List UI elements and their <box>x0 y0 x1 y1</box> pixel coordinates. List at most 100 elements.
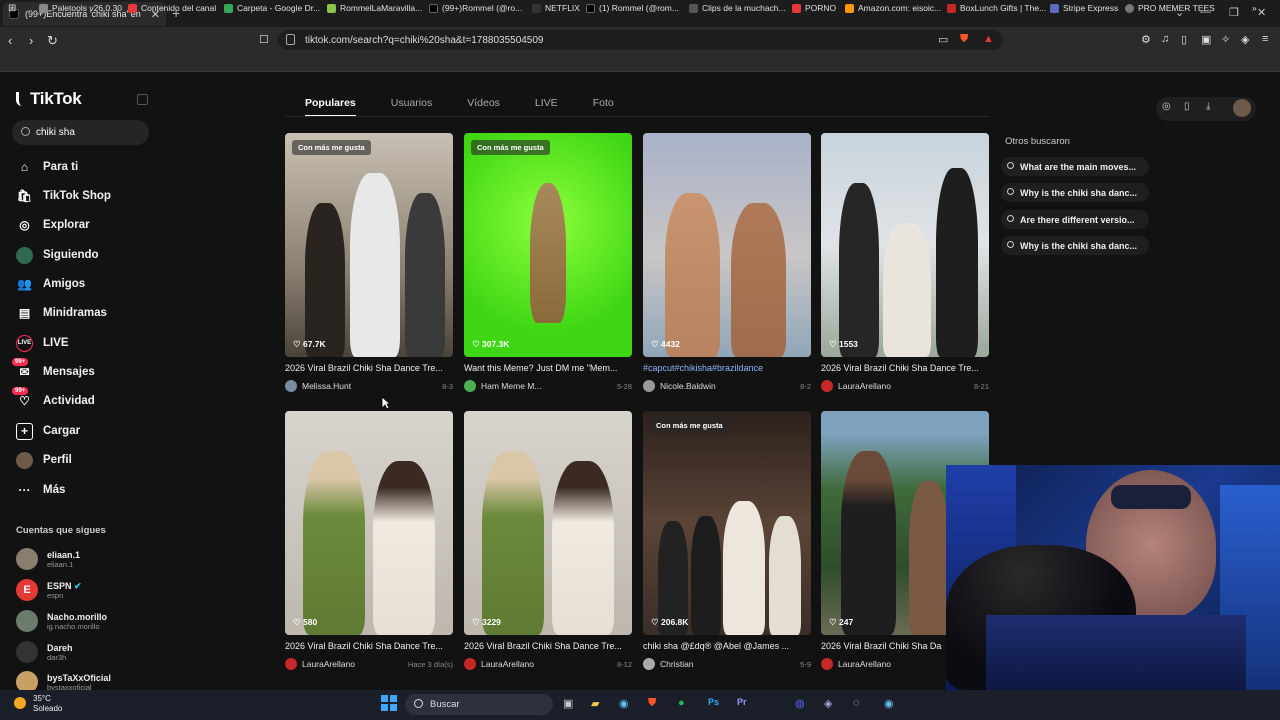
leo-icon[interactable]: ✧ <box>1221 33 1230 46</box>
video-card[interactable]: ♡ 1553 2026 Viral Brazil Chiki Sha Dance… <box>821 133 989 392</box>
author-avatar[interactable] <box>821 380 833 392</box>
author-name[interactable]: LauraArellano <box>302 659 355 669</box>
nav-minidramas[interactable]: ▤ Minidramas <box>16 303 107 323</box>
video-title[interactable]: 2026 Viral Brazil Chiki Sha Dance Tre... <box>821 363 989 375</box>
tab-usuarios[interactable]: Usuarios <box>391 97 432 117</box>
nav-perfil[interactable]: Perfil <box>16 450 72 470</box>
media-icon[interactable]: ♫ <box>1161 33 1169 45</box>
video-title[interactable]: 2026 Viral Brazil Chiki Sha Dance Tre... <box>285 363 453 375</box>
video-card[interactable]: Con más me gusta ♡ 67.7K 2026 Viral Braz… <box>285 133 453 392</box>
video-card[interactable]: Con más me gusta ♡ 307.3K Want this Meme… <box>464 133 632 392</box>
author-name[interactable]: LauraArellano <box>838 381 891 391</box>
bookmark-11[interactable]: BoxLunch Gifts | The... <box>947 3 1046 13</box>
back-icon[interactable]: ‹ <box>8 33 12 48</box>
nav-siguiendo[interactable]: Siguiendo <box>16 245 99 265</box>
tab-foto[interactable]: Foto <box>593 97 614 117</box>
task-view-icon[interactable]: ▣ <box>563 697 573 710</box>
nav-explorar[interactable]: ◎ Explorar <box>16 215 89 235</box>
download-icon[interactable]: ⤓ <box>1206 101 1210 112</box>
related-search-item[interactable]: Are there different versio... <box>1001 210 1149 229</box>
file-explorer-icon[interactable]: ▰ <box>591 697 599 710</box>
brave-rewards-icon[interactable]: ▲ <box>983 33 994 45</box>
followed-account[interactable]: eliaan.1 eliaan.1 <box>16 548 80 570</box>
video-thumbnail[interactable]: ♡ 3229 <box>464 411 632 635</box>
search-input[interactable]: chiki sha <box>12 120 149 145</box>
windows-start-icon[interactable] <box>381 695 397 711</box>
tiktok-logo[interactable]: TikTok <box>16 89 82 109</box>
bookmark-13[interactable]: PRO MEMER TEES <box>1125 3 1215 13</box>
bookmark-9[interactable]: PORNO <box>792 3 836 13</box>
video-title[interactable]: #capcut#chikisha#brazildance <box>643 363 811 375</box>
author-avatar[interactable] <box>821 658 833 670</box>
photoshop-icon[interactable]: Ps <box>708 697 719 707</box>
video-card[interactable]: ♡ 3229 2026 Viral Brazil Chiki Sha Dance… <box>464 411 632 670</box>
tab-videos[interactable]: Vídeos <box>467 97 500 117</box>
bookmark-5[interactable]: (99+)Rommel (@ro... <box>429 3 522 13</box>
steam-icon[interactable]: ◉ <box>619 697 629 710</box>
sidebar-toggle-icon[interactable]: ▯ <box>1181 33 1187 46</box>
bookmark-2[interactable]: Contenido del canal <box>128 3 216 13</box>
author-name[interactable]: LauraArellano <box>481 659 534 669</box>
related-search-item[interactable]: Why is the chiki sha danc... <box>1001 183 1149 202</box>
app-icon[interactable]: ◌ <box>853 697 860 709</box>
maximize-icon[interactable]: ❐ <box>1229 6 1239 19</box>
author-avatar[interactable] <box>464 380 476 392</box>
bookmark-icon[interactable]: ☐ <box>259 33 269 46</box>
related-search-item[interactable]: What are the main moves... <box>1001 157 1149 176</box>
nav-mensajes[interactable]: ✉ 99+ Mensajes <box>12 357 95 382</box>
video-card[interactable]: ♡ 4432 #capcut#chikisha#brazildance Nico… <box>643 133 811 392</box>
video-title[interactable]: Want this Meme? Just DM me "Mem... <box>464 363 632 375</box>
author-name[interactable]: LauraArellano <box>838 659 891 669</box>
nav-amigos[interactable]: 👥 Amigos <box>16 274 85 294</box>
close-window-icon[interactable]: ✕ <box>1257 6 1266 19</box>
cast-icon[interactable]: ▭ <box>938 33 948 46</box>
bookmark-8[interactable]: Clips de la muchach... <box>689 3 786 13</box>
weather-widget[interactable]: 35°C Soleado <box>14 694 62 714</box>
reload-icon[interactable]: ↻ <box>47 33 58 49</box>
tab-populares[interactable]: Populares <box>305 97 356 117</box>
bookmarks-overflow-icon[interactable]: » <box>1252 3 1257 13</box>
game-controller-icon[interactable]: ◈ <box>824 697 832 710</box>
followed-account[interactable]: Dareh dar3h <box>16 641 73 663</box>
video-title[interactable]: 2026 Viral Brazil Chiki Sha Dance Tre... <box>285 641 453 653</box>
device-icon[interactable]: ▯ <box>1184 101 1190 112</box>
apps-icon[interactable]: ⊞ <box>8 3 16 14</box>
author-name[interactable]: Ham Meme M... <box>481 381 541 391</box>
user-avatar[interactable] <box>1233 99 1251 117</box>
extensions-icon[interactable]: ⚙ <box>1141 33 1151 46</box>
video-thumbnail[interactable]: Con más me gusta ♡ 307.3K <box>464 133 632 357</box>
brave-browser-icon[interactable]: ⛊ <box>648 697 656 710</box>
video-thumbnail[interactable]: Con más me gusta ♡ 67.7K <box>285 133 453 357</box>
steam-tray-icon[interactable]: ◉ <box>884 697 894 710</box>
author-avatar[interactable] <box>643 380 655 392</box>
author-name[interactable]: Nicole.Baldwin <box>660 381 716 391</box>
author-avatar[interactable] <box>285 380 297 392</box>
premiere-icon[interactable]: Pr <box>737 697 747 707</box>
video-thumbnail[interactable]: ♡ 1553 <box>821 133 989 357</box>
taskbar-search[interactable]: Buscar <box>405 694 553 715</box>
bookmark-6[interactable]: NETFLIX <box>532 3 580 13</box>
tab-live[interactable]: LIVE <box>535 97 558 117</box>
video-title[interactable]: 2026 Viral Brazil Chiki Sha Dance Tre... <box>464 641 632 653</box>
vpn-icon[interactable]: ◈ <box>1241 33 1249 46</box>
video-thumbnail[interactable]: ♡ 4432 <box>643 133 811 357</box>
nav-actividad[interactable]: ♡ 99+ Actividad <box>12 386 95 411</box>
menu-icon[interactable]: ≡ <box>1262 33 1268 45</box>
discord-icon[interactable]: ◍ <box>795 697 805 710</box>
author-name[interactable]: Christian <box>660 659 694 669</box>
related-search-item[interactable]: Why is the chiki sha danc... <box>1001 236 1149 255</box>
coins-icon[interactable]: ◎ <box>1162 101 1171 112</box>
followed-account[interactable]: E ESPN ✔ espn <box>16 579 82 601</box>
bookmark-7[interactable]: (1) Rommel (@rom... <box>586 3 679 13</box>
wallet-icon[interactable]: ▣ <box>1201 33 1211 46</box>
brave-shield-icon[interactable]: ⛊ <box>960 33 968 46</box>
nav-cargar[interactable]: + Cargar <box>16 421 80 441</box>
video-thumbnail[interactable]: ♡ 580 <box>285 411 453 635</box>
spotify-icon[interactable]: ● <box>678 697 685 709</box>
nav-tiktok-shop[interactable]: 🛍 TikTok Shop <box>16 186 111 206</box>
bookmark-12[interactable]: Stripe Express <box>1050 3 1118 13</box>
author-name[interactable]: Melissa.Hunt <box>302 381 351 391</box>
bookmark-4[interactable]: RommelLaMaravilla... <box>327 3 422 13</box>
site-info-icon[interactable] <box>286 34 295 45</box>
author-avatar[interactable] <box>285 658 297 670</box>
